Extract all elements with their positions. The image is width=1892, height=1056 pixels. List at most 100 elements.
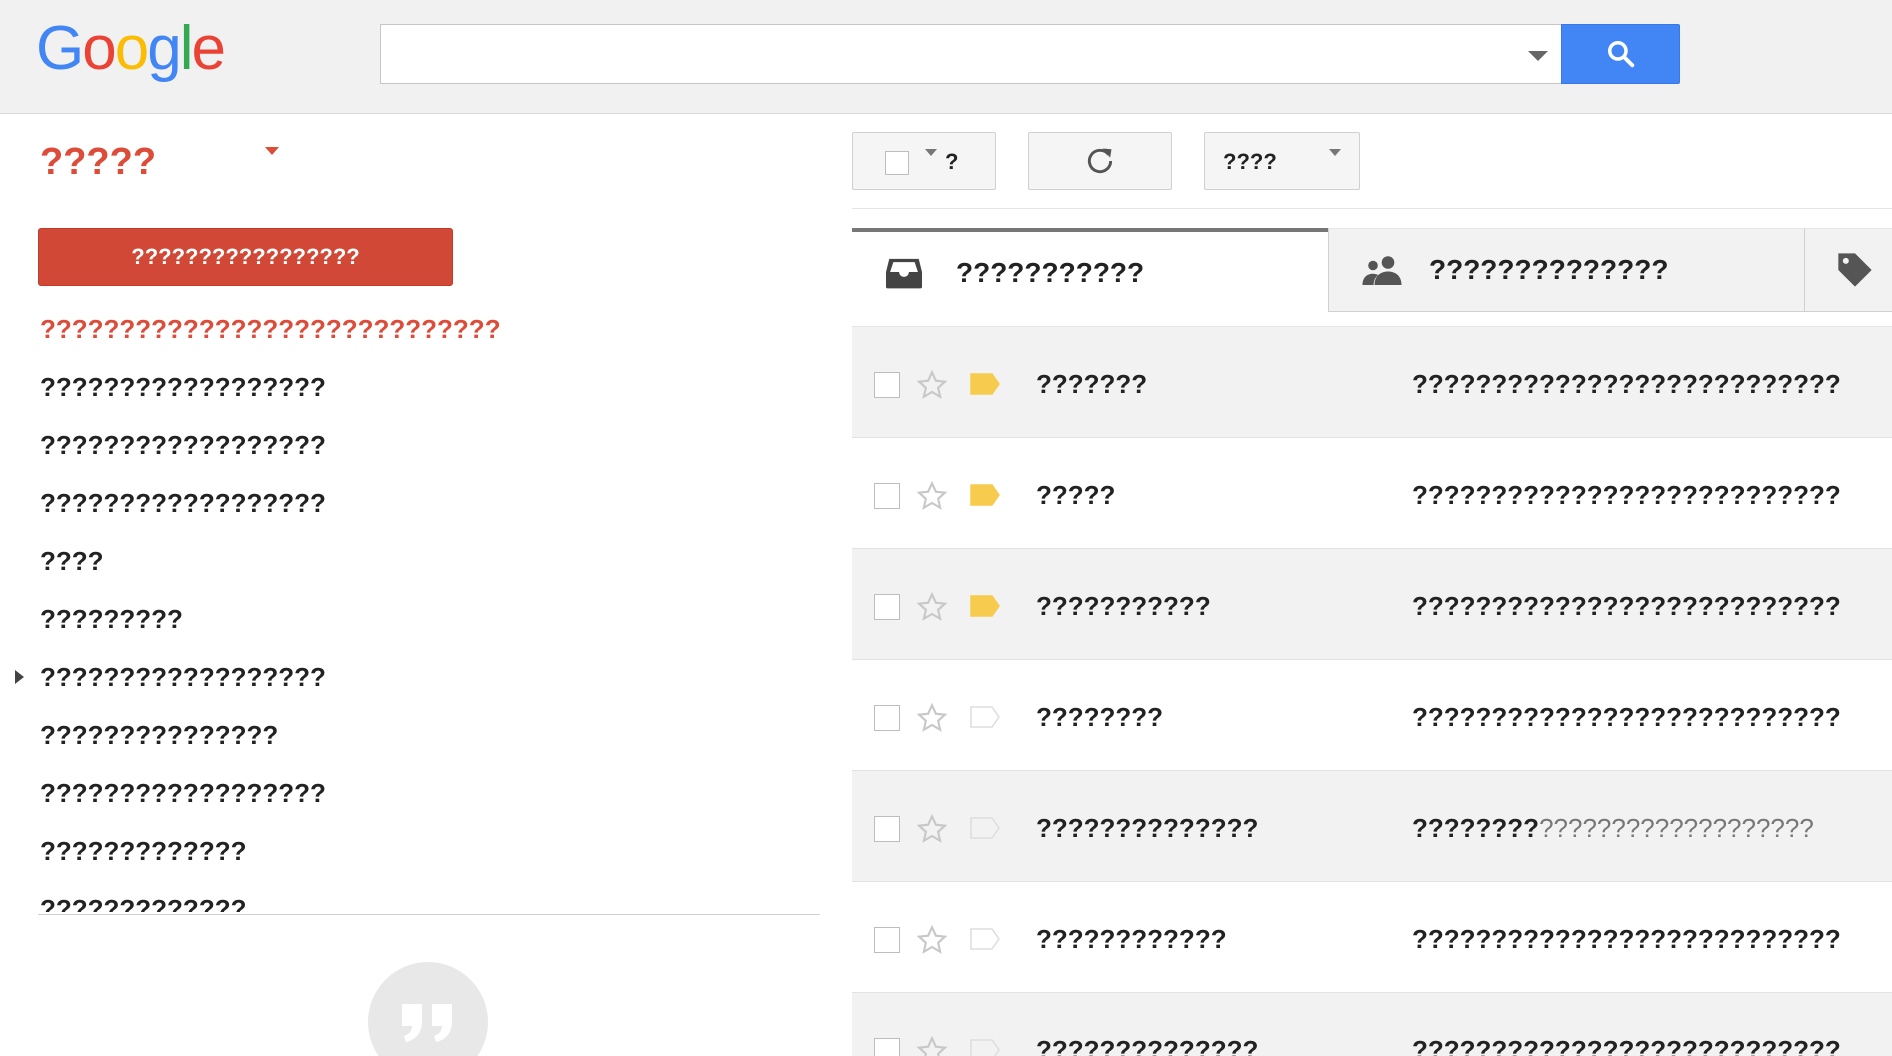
tab-social[interactable]: ?????????????? — [1328, 228, 1804, 312]
star-icon[interactable] — [916, 369, 948, 401]
sidebar-item-label: ??????????????? — [40, 720, 279, 750]
toolbar-divider — [852, 208, 1892, 209]
sidebar-item-label: ?????????????????? — [40, 430, 326, 460]
expand-arrow-icon[interactable] — [15, 670, 27, 686]
email-checkbox[interactable] — [874, 594, 900, 620]
not-important-marker-icon[interactable] — [970, 1039, 1000, 1056]
sidebar-item-label: ?????????????????? — [40, 488, 326, 518]
email-subject: ??????????????????????????? — [1412, 702, 1841, 732]
sidebar-item[interactable]: ????????????????????????????? — [0, 306, 820, 364]
select-all-button[interactable]: ? — [852, 132, 996, 190]
app-switcher-caret[interactable] — [264, 147, 280, 159]
star-icon[interactable] — [916, 1035, 948, 1056]
hangouts-avatar[interactable] — [368, 962, 488, 1056]
google-logo[interactable]: Google — [36, 14, 226, 84]
sidebar-item-label: ?????????????????? — [40, 372, 326, 402]
star-icon[interactable] — [916, 924, 948, 956]
more-button[interactable]: ???? — [1204, 132, 1360, 190]
email-checkbox[interactable] — [874, 816, 900, 842]
logo-letter: G — [36, 14, 84, 83]
star-icon[interactable] — [916, 480, 948, 512]
tab-label: ??????????? — [956, 257, 1145, 288]
logo-letter: o — [82, 14, 117, 83]
search-button[interactable] — [1561, 24, 1680, 84]
people-icon — [1362, 256, 1402, 285]
search-options-dropdown[interactable] — [1522, 45, 1552, 65]
tab-promotions[interactable] — [1804, 228, 1892, 312]
select-all-checkbox[interactable] — [885, 151, 909, 175]
email-list: ????????????????????????????????????????… — [852, 326, 1892, 1056]
sidebar-item[interactable]: ?????????????????? — [0, 480, 820, 538]
email-subject-line: ??????????????????????????? — [1412, 589, 1892, 623]
sidebar-item[interactable]: ????????? — [0, 596, 820, 654]
email-checkbox[interactable] — [874, 372, 900, 398]
sidebar-item-label: ????????? — [40, 604, 183, 634]
sidebar-item-label: ????????????? — [40, 894, 247, 912]
sidebar-divider — [38, 914, 820, 915]
star-icon[interactable] — [916, 813, 948, 845]
email-subject-line: ??????????????????????????? — [1412, 367, 1892, 401]
star-icon[interactable] — [916, 591, 948, 623]
not-important-marker-icon[interactable] — [970, 817, 1000, 839]
email-checkbox[interactable] — [874, 927, 900, 953]
search-icon — [1607, 41, 1634, 68]
search-box — [380, 24, 1562, 84]
sidebar-item-label: ?????????????????? — [40, 662, 326, 692]
email-row[interactable]: ?????????????????????????????????? — [852, 327, 1892, 438]
email-row[interactable]: ???????????????????????????????? — [852, 438, 1892, 549]
email-row[interactable]: ??????????????????????????????????? — [852, 660, 1892, 771]
email-checkbox[interactable] — [874, 1038, 900, 1056]
sidebar-item[interactable]: ??????????????? — [0, 712, 820, 770]
email-row[interactable]: ????????????????????????????????????????… — [852, 771, 1892, 882]
important-marker-icon[interactable] — [970, 595, 1000, 617]
sidebar-item[interactable]: ?????????????????? — [0, 364, 820, 422]
refresh-icon — [1087, 148, 1113, 174]
gmail-window: Google ????? ????????????????? ?????????… — [0, 0, 1892, 1056]
email-subject: ??????????????????????????? — [1412, 369, 1841, 399]
email-checkbox[interactable] — [874, 705, 900, 731]
sidebar-item-label: ????????????????????????????? — [40, 314, 501, 344]
star-icon[interactable] — [916, 702, 948, 734]
email-subject-line: ??????????????????????????? — [1412, 478, 1892, 512]
select-label: ? — [945, 149, 959, 174]
tab-primary[interactable]: ??????????? — [852, 228, 1328, 312]
caret-down-icon — [925, 149, 939, 159]
app-title[interactable]: ????? — [40, 140, 156, 184]
inbox-icon — [886, 258, 922, 289]
email-row[interactable]: ?????????????????????????????????????? — [852, 549, 1892, 660]
email-row[interactable]: ????????????????????????????????????????… — [852, 993, 1892, 1056]
email-sender: ?????????????? — [1036, 1035, 1259, 1056]
sidebar-item[interactable]: ?????????????????? — [0, 422, 820, 480]
tag-icon — [1838, 253, 1872, 287]
tab-label: ?????????????? — [1429, 254, 1669, 285]
search-input[interactable] — [381, 25, 1501, 83]
important-marker-icon[interactable] — [970, 373, 1000, 395]
email-checkbox[interactable] — [874, 483, 900, 509]
sidebar-item[interactable]: ????????????? — [0, 828, 820, 886]
caret-down-icon — [1329, 149, 1343, 159]
sidebar-item[interactable]: ?????????????????? — [0, 654, 820, 712]
email-subject: ??????????????????????????? — [1412, 591, 1841, 621]
sidebar-item[interactable]: ???? — [0, 538, 820, 596]
sidebar-item-label: ???? — [40, 546, 104, 576]
important-marker-icon[interactable] — [970, 484, 1000, 506]
email-subject: ??????????????????????????? — [1412, 924, 1841, 954]
sidebar-item-label: ????????????? — [40, 836, 247, 866]
sidebar-item[interactable]: ????????????? — [0, 886, 820, 912]
email-subject-line: ??????????????????????????? — [1412, 811, 1892, 845]
more-label: ???? — [1223, 149, 1277, 174]
email-sender: ????? — [1036, 480, 1116, 510]
email-subject: ???????? — [1412, 813, 1540, 843]
email-subject-line: ??????????????????????????? — [1412, 700, 1892, 734]
email-row[interactable]: ??????????????????????????????????????? — [852, 882, 1892, 993]
logo-letter: e — [191, 14, 226, 83]
not-important-marker-icon[interactable] — [970, 928, 1000, 950]
email-subject-line: ??????????????????????????? — [1412, 1033, 1892, 1056]
sidebar-item[interactable]: ?????????????????? — [0, 770, 820, 828]
sidebar-item-label: ?????????????????? — [40, 778, 326, 808]
email-subject: ??????????????????????????? — [1412, 1035, 1841, 1056]
email-sender: ?????????????? — [1036, 813, 1259, 843]
compose-button[interactable]: ????????????????? — [38, 228, 453, 286]
not-important-marker-icon[interactable] — [970, 706, 1000, 728]
refresh-button[interactable] — [1028, 132, 1172, 190]
